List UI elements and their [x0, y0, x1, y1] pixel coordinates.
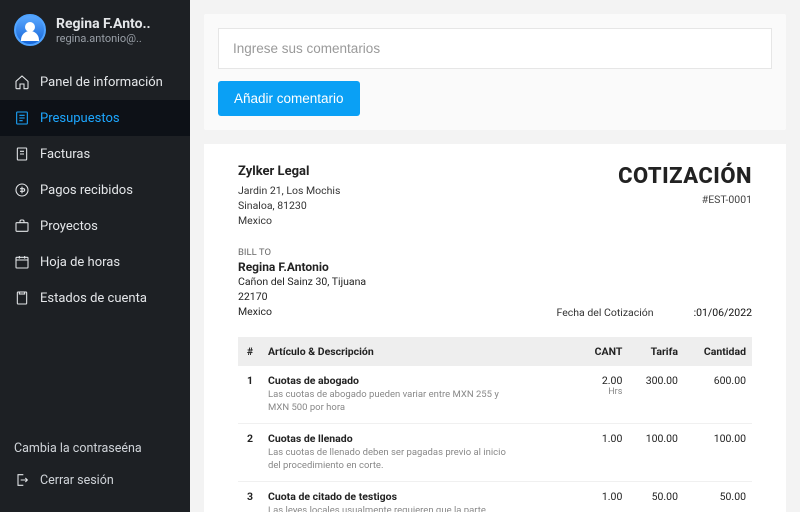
company-name: Zylker Legal [238, 164, 340, 179]
billto-block: Bill TO Regina F.Antonio Cañon del Sainz… [238, 247, 366, 320]
item-name: Cuotas de abogado [268, 374, 573, 387]
item-rate: 50.00 [628, 481, 684, 512]
item-rate: 100.00 [628, 423, 684, 481]
col-qty: CANT [579, 337, 629, 366]
table-row: 2 Cuotas de llenado Las cuotas de llenad… [238, 423, 752, 481]
user-email: regina.antonio@.. [56, 32, 151, 45]
calendar-icon [14, 254, 30, 270]
billto-address-2: 22170 [238, 289, 366, 304]
item-name: Cuota de citado de testigos [268, 490, 573, 503]
avatar [14, 14, 46, 46]
sidebar-item-payments[interactable]: Pagos recibidos [0, 172, 190, 208]
doc-meta: Fecha del Cotización :01/06/2022 [557, 306, 753, 319]
item-desc: Las cuotas de abogado pueden variar entr… [268, 389, 508, 415]
sidebar-item-dashboard[interactable]: Panel de información [0, 64, 190, 100]
sidebar-item-label: Facturas [40, 147, 90, 162]
doc-title: COTIZACIÓN [618, 164, 752, 189]
add-comment-button[interactable]: Añadir comentario [218, 81, 360, 116]
line-items-table: # Artículo & Descripción CANT Tarifa Can… [238, 337, 752, 512]
sidebar-item-label: Panel de información [40, 75, 163, 90]
logout-icon [14, 472, 30, 488]
item-unit: Hrs [585, 387, 623, 397]
doc-number: #EST-0001 [618, 193, 752, 206]
sidebar-item-label: Presupuestos [40, 111, 120, 126]
item-qty: 2.00 [585, 374, 623, 387]
item-desc: Las cuotas de llenado deben ser pagadas … [268, 447, 508, 473]
item-qty: 1.00 [579, 481, 629, 512]
billto-label: Bill TO [238, 247, 366, 258]
estimate-document: Zylker Legal Jardin 21, Los Mochis Sinal… [204, 144, 786, 512]
sidebar: Regina F.Anto.. regina.antonio@.. Panel … [0, 0, 190, 512]
doc-date-value: :01/06/2022 [694, 306, 752, 319]
col-rate: Tarifa [628, 337, 684, 366]
item-rate: 300.00 [628, 366, 684, 423]
logout-link[interactable]: Cerrar sesión [0, 464, 190, 496]
sidebar-item-invoices[interactable]: Facturas [0, 136, 190, 172]
sidebar-item-label: Pagos recibidos [40, 183, 133, 198]
sidebar-item-label: Estados de cuenta [40, 291, 147, 306]
sidebar-item-timesheet[interactable]: Hoja de horas [0, 244, 190, 280]
table-row: 3 Cuota de citado de testigos Las leyes … [238, 481, 752, 512]
item-desc: Las leyes locales usualmente requieren q… [268, 505, 508, 512]
sidebar-footer: Cambia la contraseéna Cerrar sesión [0, 427, 190, 512]
row-index: 1 [238, 366, 262, 423]
home-icon [14, 74, 30, 90]
change-password-link[interactable]: Cambia la contraseéna [0, 433, 190, 464]
company-address-1: Jardin 21, Los Mochis [238, 183, 340, 198]
sidebar-item-label: Hoja de horas [40, 255, 120, 270]
billto-address-1: Cañon del Sainz 30, Tijuana [238, 274, 366, 289]
billto-name: Regina F.Antonio [238, 260, 366, 274]
statement-icon [14, 290, 30, 306]
estimate-icon [14, 110, 30, 126]
company-address-3: Mexico [238, 213, 340, 228]
table-row: 1 Cuotas de abogado Las cuotas de abogad… [238, 366, 752, 423]
col-description: Artículo & Descripción [262, 337, 579, 366]
item-amount: 100.00 [684, 423, 752, 481]
comment-card: Añadir comentario [204, 14, 786, 130]
user-display-name: Regina F.Anto.. [56, 16, 151, 32]
sidebar-item-estimates[interactable]: Presupuestos [0, 100, 190, 136]
billto-address-3: Mexico [238, 304, 366, 319]
doc-date-label: Fecha del Cotización [557, 306, 654, 319]
footer-label: Cambia la contraseéna [14, 441, 142, 456]
comment-input[interactable] [218, 28, 772, 69]
doc-title-block: COTIZACIÓN #EST-0001 [618, 164, 752, 206]
main-content: Añadir comentario Zylker Legal Jardin 21… [190, 0, 800, 512]
col-index: # [238, 337, 262, 366]
item-amount: 600.00 [684, 366, 752, 423]
company-block: Zylker Legal Jardin 21, Los Mochis Sinal… [238, 164, 340, 229]
item-name: Cuotas de llenado [268, 432, 573, 445]
item-amount: 50.00 [684, 481, 752, 512]
footer-label: Cerrar sesión [40, 473, 114, 488]
payments-icon [14, 182, 30, 198]
row-index: 2 [238, 423, 262, 481]
sidebar-item-statements[interactable]: Estados de cuenta [0, 280, 190, 316]
sidebar-item-projects[interactable]: Proyectos [0, 208, 190, 244]
company-address-2: Sinaloa, 81230 [238, 198, 340, 213]
invoice-icon [14, 146, 30, 162]
sidebar-item-label: Proyectos [40, 219, 98, 234]
briefcase-icon [14, 218, 30, 234]
sidebar-nav: Panel de información Presupuestos Factur… [0, 58, 190, 316]
user-block: Regina F.Anto.. regina.antonio@.. [0, 0, 190, 58]
item-qty: 1.00 [579, 423, 629, 481]
col-amount: Cantidad [684, 337, 752, 366]
row-index: 3 [238, 481, 262, 512]
